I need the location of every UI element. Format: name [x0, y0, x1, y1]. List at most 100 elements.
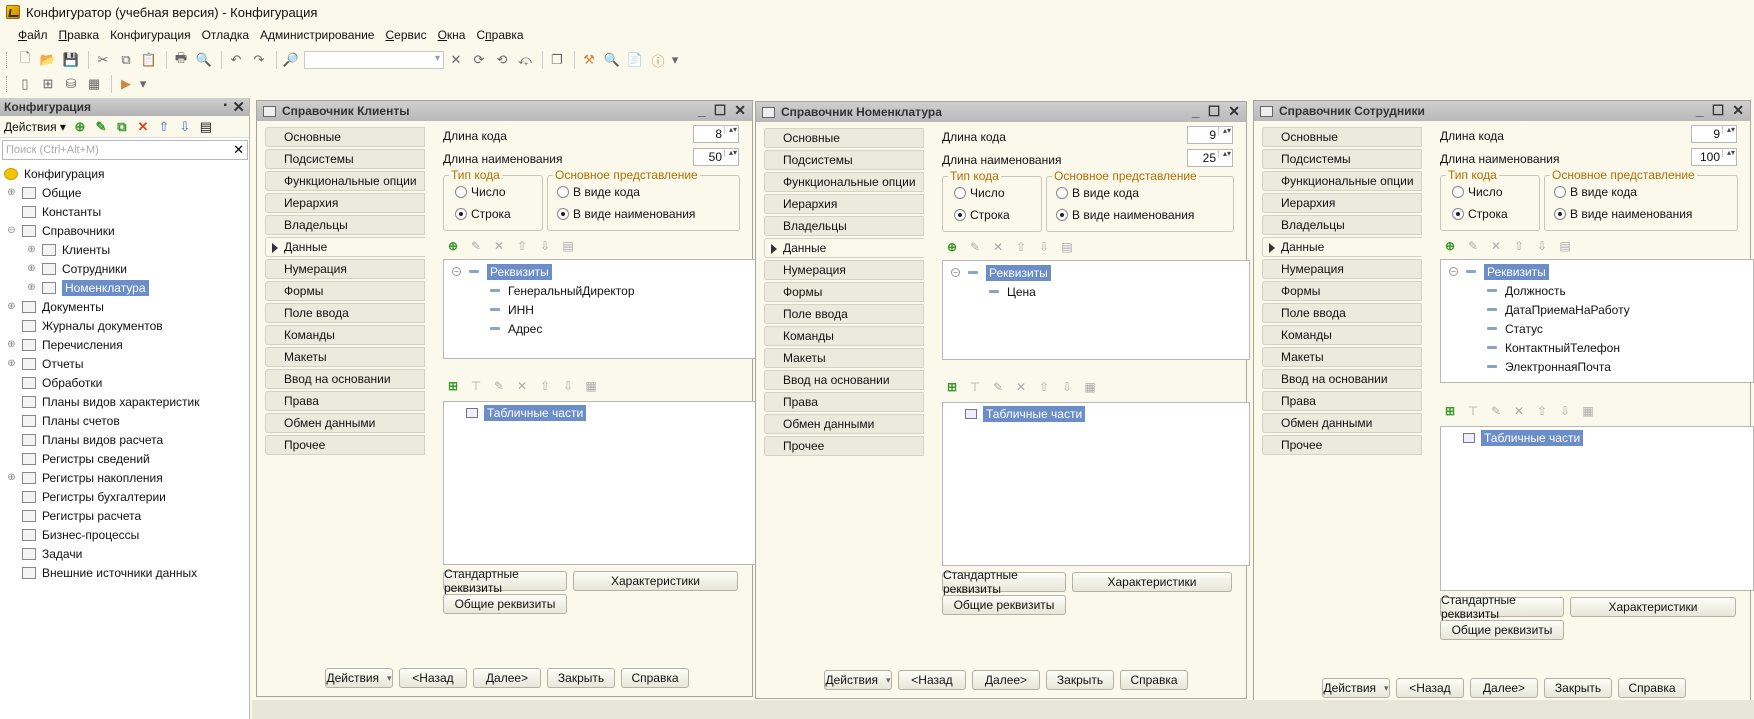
tree-item[interactable]: ⊖ Справочники: [0, 221, 249, 240]
help-button[interactable]: Справка: [621, 668, 689, 688]
move-down-icon[interactable]: ⇩: [1036, 240, 1052, 254]
tab-10[interactable]: Макеты: [1262, 347, 1422, 367]
move-up-icon[interactable]: ⇧: [514, 239, 530, 253]
expand-icon[interactable]: ⊕: [6, 358, 17, 369]
back-button[interactable]: <Назад: [1396, 678, 1464, 698]
characteristics-button[interactable]: Характеристики: [573, 571, 738, 591]
expand-icon[interactable]: ⊕: [26, 282, 37, 293]
toolbar-overflow-icon[interactable]: ▾: [671, 50, 679, 70]
code-type-string-radio[interactable]: Строка: [1452, 207, 1508, 221]
maximize-icon[interactable]: ☐: [1208, 103, 1221, 120]
tree-item[interactable]: Константы: [0, 202, 249, 221]
open-config-icon[interactable]: ▯: [15, 74, 35, 94]
tab-13[interactable]: Обмен данными: [265, 413, 425, 433]
tab-4[interactable]: Владельцы: [265, 215, 425, 235]
characteristics-button[interactable]: Характеристики: [1570, 597, 1736, 617]
tab-8[interactable]: Поле ввода: [1262, 303, 1422, 323]
tab-10[interactable]: Макеты: [265, 347, 425, 367]
actions-button[interactable]: Действия ▾: [824, 670, 892, 690]
close-icon[interactable]: ✕: [232, 98, 245, 116]
clear-search-icon[interactable]: ✕: [446, 50, 466, 70]
move-up-icon[interactable]: ⇧: [1036, 380, 1052, 394]
close-button[interactable]: Закрыть: [547, 668, 615, 688]
actions-button[interactable]: Действия ▾: [1322, 678, 1390, 698]
common-attributes-button[interactable]: Общие реквизиты: [1440, 620, 1564, 640]
tree-item[interactable]: Бизнес-процессы: [0, 525, 249, 544]
move-down-icon[interactable]: ⇩: [1534, 239, 1550, 253]
move-up-icon[interactable]: ⇧: [156, 119, 172, 135]
tree-item[interactable]: Планы видов характеристик: [0, 392, 249, 411]
update-config-icon[interactable]: ⊞: [38, 74, 58, 94]
tab-2[interactable]: Функциональные опции: [764, 172, 924, 192]
tree-item[interactable]: ⊕ Отчеты: [0, 354, 249, 373]
edit-icon[interactable]: ✎: [1488, 404, 1504, 418]
next-button[interactable]: Далее>: [1470, 678, 1538, 698]
move-down-icon[interactable]: ⇩: [1557, 404, 1573, 418]
cut-icon[interactable]: ✂: [93, 50, 113, 70]
tab-14[interactable]: Прочее: [265, 435, 425, 455]
add-tabular-part-icon[interactable]: ⊞: [944, 380, 960, 394]
search-input[interactable]: Поиск (Ctrl+Alt+M) ✕: [2, 140, 248, 160]
tabular-parts-root[interactable]: Табличные части: [1463, 429, 1584, 446]
tab-7[interactable]: Формы: [265, 281, 425, 301]
open-icon[interactable]: 📂: [38, 50, 58, 70]
tree-item[interactable]: ⊕ Документы: [0, 297, 249, 316]
toolbar-grip[interactable]: [6, 76, 9, 92]
replace-icon[interactable]: ⤽: [515, 50, 535, 70]
name-length-field[interactable]: 50: [693, 148, 739, 166]
tree-item[interactable]: Задачи: [0, 544, 249, 563]
expand-icon[interactable]: ⊕: [26, 263, 37, 274]
debug-start-icon[interactable]: ▶: [116, 74, 136, 94]
menu-5[interactable]: Сервис: [381, 28, 430, 42]
tab-1[interactable]: Подсистемы: [265, 149, 425, 169]
toolbar-overflow-icon[interactable]: ▾: [139, 74, 147, 94]
pin-icon[interactable]: ▪: [223, 100, 227, 111]
tab-10[interactable]: Макеты: [764, 348, 924, 368]
add-icon[interactable]: ⊕: [445, 239, 461, 253]
tab-5[interactable]: Данные: [265, 237, 425, 257]
attribute-item[interactable]: ГенеральныйДиректор: [490, 282, 635, 299]
move-up-icon[interactable]: ⇧: [537, 379, 553, 393]
tabular-parts-root[interactable]: Табличные части: [965, 405, 1086, 422]
tree-item[interactable]: Регистры расчета: [0, 506, 249, 525]
config-tree-icon[interactable]: ▦: [84, 74, 104, 94]
code-length-field[interactable]: 9: [1187, 126, 1233, 144]
delete-icon[interactable]: ✕: [1013, 380, 1029, 394]
back-button[interactable]: <Назад: [898, 670, 966, 690]
move-down-icon[interactable]: ⇩: [560, 379, 576, 393]
print-icon[interactable]: 🖶: [171, 50, 191, 70]
tree-item[interactable]: ⊕ Клиенты: [0, 240, 249, 259]
collapse-icon[interactable]: −: [1449, 267, 1458, 276]
tab-9[interactable]: Команды: [265, 325, 425, 345]
tab-11[interactable]: Ввод на основании: [764, 370, 924, 390]
windows-icon[interactable]: ❐: [547, 50, 567, 70]
tab-8[interactable]: Поле ввода: [764, 304, 924, 324]
properties-icon[interactable]: ▤: [198, 119, 214, 135]
collapse-icon[interactable]: ⊖: [6, 225, 17, 236]
maximize-icon[interactable]: ☐: [1712, 102, 1725, 119]
sort-icon[interactable]: ▦: [1580, 404, 1596, 418]
save-icon[interactable]: 💾: [61, 50, 81, 70]
common-attributes-button[interactable]: Общие реквизиты: [942, 595, 1066, 615]
tab-7[interactable]: Формы: [764, 282, 924, 302]
edit-icon[interactable]: ✎: [990, 380, 1006, 394]
collapse-icon[interactable]: −: [452, 267, 461, 276]
tab-13[interactable]: Обмен данными: [764, 414, 924, 434]
tree-item[interactable]: Планы счетов: [0, 411, 249, 430]
tree-item[interactable]: ⊕ Общие: [0, 183, 249, 202]
clear-search-icon[interactable]: ✕: [233, 142, 244, 158]
sort-icon[interactable]: ▦: [1082, 380, 1098, 394]
tabular-parts-root[interactable]: Табличные части: [466, 404, 587, 421]
new-icon[interactable]: 🗋: [15, 50, 35, 70]
menu-7[interactable]: Справка: [472, 28, 527, 42]
add-icon[interactable]: ⊕: [1442, 239, 1458, 253]
attributes-root[interactable]: − Реквизиты: [951, 264, 1051, 281]
help-button[interactable]: Справка: [1120, 670, 1188, 690]
tab-12[interactable]: Права: [764, 392, 924, 412]
sort-icon[interactable]: ▤: [1557, 239, 1573, 253]
move-down-icon[interactable]: ⇩: [1059, 380, 1075, 394]
edit-icon[interactable]: ✎: [967, 240, 983, 254]
edit-icon[interactable]: ✎: [1465, 239, 1481, 253]
add-column-icon[interactable]: ⊤: [468, 379, 484, 393]
tab-8[interactable]: Поле ввода: [265, 303, 425, 323]
